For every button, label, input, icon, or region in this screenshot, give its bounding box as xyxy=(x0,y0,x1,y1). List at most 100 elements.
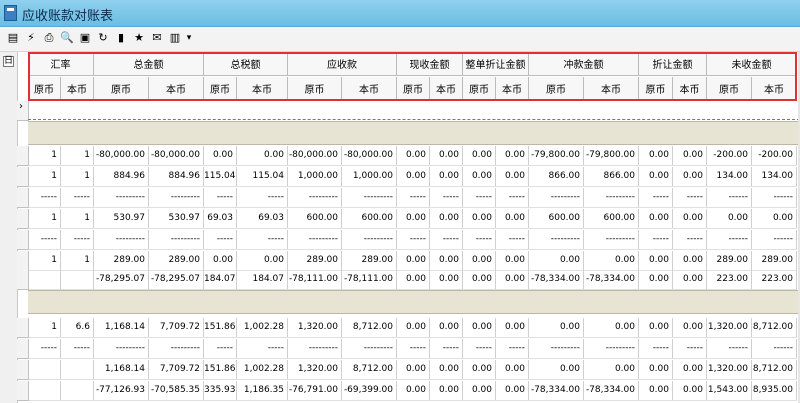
header-group-outstanding[interactable]: 未收金额 xyxy=(707,52,797,76)
print-preview-icon[interactable]: 🔍 xyxy=(60,31,74,45)
table-cell: 134.00 xyxy=(707,167,752,186)
row-selector[interactable] xyxy=(17,318,29,338)
row-selector[interactable] xyxy=(17,339,29,359)
table-row[interactable]: ----- ----- --------- --------- ----- ----- --… xyxy=(28,188,797,208)
row-selector[interactable] xyxy=(17,188,29,208)
table-cell: --------- xyxy=(149,188,204,207)
row-selector[interactable] xyxy=(17,270,29,290)
header-sub[interactable]: 本币 xyxy=(584,77,639,101)
table-cell: --------- xyxy=(584,230,639,249)
export-icon[interactable]: ✉ xyxy=(150,31,164,45)
row-selector[interactable] xyxy=(17,360,29,380)
row-selector[interactable] xyxy=(17,146,29,166)
row-selector[interactable] xyxy=(17,230,29,250)
print-icon[interactable]: ⎙ xyxy=(42,31,56,45)
header-sub[interactable]: 原币 xyxy=(94,77,149,101)
header-group-receivable[interactable]: 应收款 xyxy=(288,52,397,76)
header-group-total-tax[interactable]: 总税额 xyxy=(204,52,288,76)
refresh-icon[interactable]: ↻ xyxy=(96,31,110,45)
table-cell: 0.00 xyxy=(237,251,288,270)
header-sub[interactable]: 本币 xyxy=(237,77,288,101)
table-cell: 0.00 xyxy=(639,270,673,289)
table-row[interactable]: -77,126.93 -70,585.35 335.93 1,186.35 -76,79… xyxy=(28,381,797,401)
table-cell: 0.00 xyxy=(204,251,237,270)
table-row[interactable]: 1 6.6 1,168.14 7,709.72 151.86 1,002.28 1,320.… xyxy=(28,318,797,338)
table-cell: -78,334.00 xyxy=(529,381,584,400)
table-cell: 0.00 xyxy=(430,270,463,289)
header-sub[interactable]: 原币 xyxy=(639,77,673,101)
table-cell: 151.86 xyxy=(204,360,237,379)
table-row[interactable]: ----- ----- --------- --------- ----- ----- --… xyxy=(28,339,797,359)
table-cell: 0.00 xyxy=(673,209,707,228)
row-selector[interactable] xyxy=(17,381,29,401)
header-sub[interactable]: 原币 xyxy=(204,77,237,101)
table-cell: 1,320.00 xyxy=(288,360,342,379)
table-cell: 8,712.00 xyxy=(752,360,797,379)
table-cell: 1,000.00 xyxy=(342,167,397,186)
header-group-order-discount[interactable]: 整单折让金额 xyxy=(463,52,529,76)
table-cell: 1 xyxy=(28,146,61,165)
filter-icon[interactable]: ⚡ xyxy=(24,31,38,45)
toolbar-dropdown-icon[interactable]: ▾ xyxy=(182,31,196,45)
find-icon[interactable]: ▣ xyxy=(78,31,92,45)
table-cell: ----- xyxy=(496,339,529,358)
row-arrow-icon: › xyxy=(19,101,23,112)
table-row[interactable]: -78,295.07 -78,295.07 184.07 184.07 -78,111.… xyxy=(28,270,797,290)
header-sub[interactable]: 本币 xyxy=(61,77,94,101)
table-row[interactable]: 1 1 289.00 289.00 0.00 0.00 289.00 289.00 0.00 0.… xyxy=(28,251,797,271)
table-cell: 0.00 xyxy=(529,251,584,270)
table-row[interactable]: 1 1 884.96 884.96 115.04 115.04 1,000.00 1,000.… xyxy=(28,167,797,187)
table-cell: ----- xyxy=(397,230,430,249)
table-cell: 0.00 xyxy=(639,209,673,228)
column-setup-icon[interactable]: ▤ xyxy=(6,31,20,45)
table-cell: 7,709.72 xyxy=(149,318,204,337)
favorite-icon[interactable]: ★ xyxy=(132,31,146,45)
header-sub[interactable]: 本币 xyxy=(149,77,204,101)
header-sub[interactable]: 本币 xyxy=(752,77,797,101)
row-selector[interactable] xyxy=(17,209,29,229)
header-sub[interactable]: 本币 xyxy=(430,77,463,101)
table-cell: 0.00 xyxy=(463,318,496,337)
header-group-discount[interactable]: 折让金额 xyxy=(639,52,707,76)
header-sub[interactable]: 原币 xyxy=(288,77,342,101)
table-cell: -200.00 xyxy=(752,146,797,165)
table-cell: 0.00 xyxy=(639,381,673,400)
header-sub[interactable]: 原币 xyxy=(28,77,61,101)
table-cell: 7,709.72 xyxy=(149,360,204,379)
table-row[interactable]: ----- ----- --------- --------- ----- ----- --… xyxy=(28,230,797,250)
header-group-offset[interactable]: 冲款金额 xyxy=(529,52,639,76)
table-cell: -69,399.00 xyxy=(342,381,397,400)
header-sub[interactable]: 原币 xyxy=(463,77,496,101)
table-cell: 1,320.00 xyxy=(288,318,342,337)
table-cell: 0.00 xyxy=(204,146,237,165)
table-cell: 884.96 xyxy=(94,167,149,186)
header-group-cash-received[interactable]: 现收金额 xyxy=(397,52,463,76)
table-cell: ----- xyxy=(204,230,237,249)
table-row[interactable]: 1 1 -80,000.00 -80,000.00 0.00 0.00 -80,000.00… xyxy=(28,146,797,166)
save-icon[interactable]: ▮ xyxy=(114,31,128,45)
table-cell: ----- xyxy=(204,339,237,358)
row-selector[interactable] xyxy=(17,251,29,271)
table-row[interactable]: 1 1 530.97 530.97 69.03 69.03 600.00 600.00 0.00… xyxy=(28,209,797,229)
row-selector[interactable] xyxy=(17,167,29,187)
header-sub[interactable]: 原币 xyxy=(529,77,584,101)
table-cell: 69.03 xyxy=(204,209,237,228)
header-sub[interactable]: 本币 xyxy=(496,77,529,101)
header-sub[interactable]: 原币 xyxy=(397,77,430,101)
header-sub[interactable]: 本币 xyxy=(342,77,397,101)
table-cell: 289.00 xyxy=(707,251,752,270)
header-sub[interactable]: 本币 xyxy=(673,77,707,101)
table-row[interactable]: 1,168.14 7,709.72 151.86 1,002.28 1,320.00 8,… xyxy=(28,360,797,380)
header-sub[interactable]: 原币 xyxy=(707,77,752,101)
table-cell: 0.00 xyxy=(237,146,288,165)
header-group-total-amount[interactable]: 总金额 xyxy=(94,52,204,76)
collapse-toggle[interactable]: 日 xyxy=(3,56,14,67)
table-cell: -77,126.93 xyxy=(94,381,149,400)
table-cell: -76,791.00 xyxy=(288,381,342,400)
expand-icon[interactable]: ▥ xyxy=(168,31,182,45)
header-group-exchange-rate[interactable]: 汇率 xyxy=(28,52,94,76)
table-cell: ----- xyxy=(430,339,463,358)
table-cell: -78,334.00 xyxy=(584,270,639,289)
table-cell: 600.00 xyxy=(342,209,397,228)
table-cell: 0.00 xyxy=(397,146,430,165)
